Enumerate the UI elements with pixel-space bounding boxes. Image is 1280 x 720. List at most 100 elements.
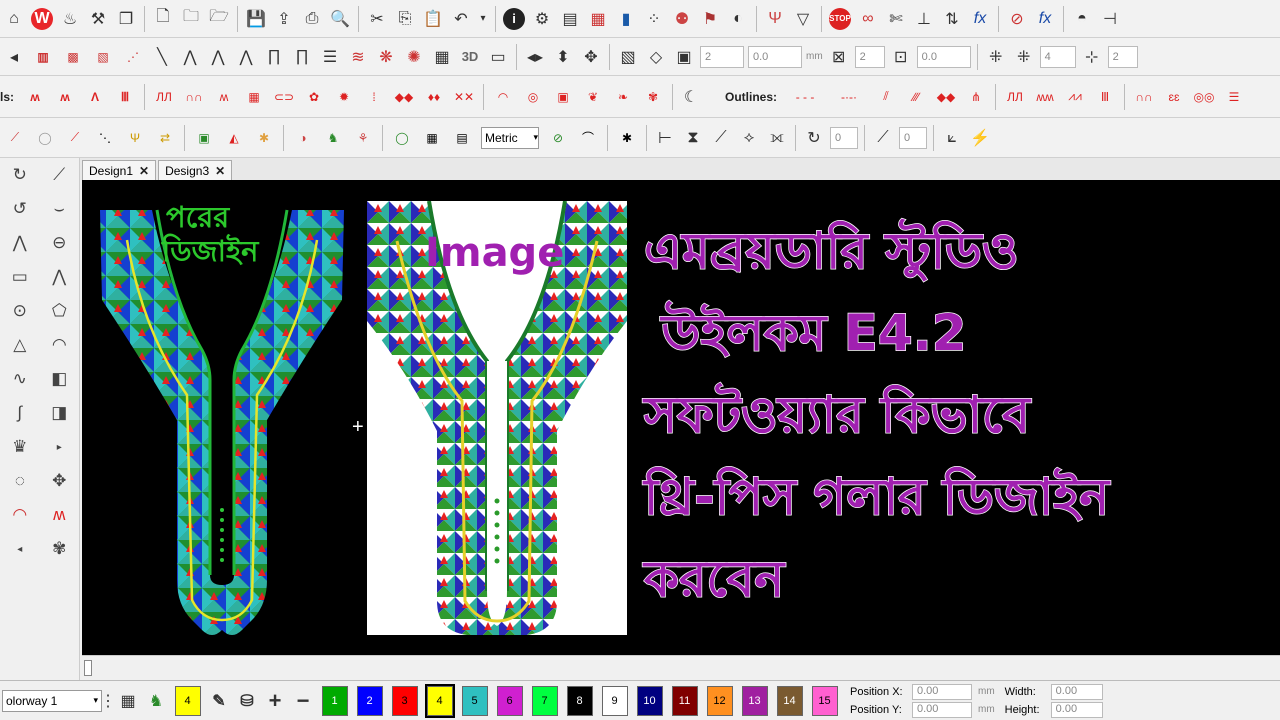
step-2-icon[interactable]: ⁜ bbox=[1013, 46, 1035, 68]
print-preview-icon[interactable]: 🔍 bbox=[329, 8, 351, 30]
protractor-icon[interactable]: ◓ bbox=[1071, 8, 1093, 30]
close-icon[interactable]: ✕ bbox=[139, 164, 149, 178]
open-recent-icon[interactable]: 🗁 bbox=[208, 8, 230, 30]
tools-icon[interactable]: ⚒ bbox=[87, 8, 109, 30]
circle-tool-icon[interactable]: ⊙ bbox=[7, 298, 33, 324]
stamp-icon[interactable]: ⚑ bbox=[699, 8, 721, 30]
3d-icon[interactable]: 3D bbox=[459, 46, 481, 68]
spin-box-5[interactable]: 4 bbox=[1039, 45, 1076, 68]
zigzag-3-icon[interactable]: Ʌ bbox=[82, 86, 108, 108]
hoop-tool-icon[interactable]: ◌ bbox=[7, 468, 33, 494]
edge-tool-icon[interactable]: ◧ bbox=[46, 366, 72, 392]
color-swatch[interactable]: 10 bbox=[636, 685, 663, 716]
chain-icon[interactable]: ⊂⊃ bbox=[271, 86, 297, 108]
hatch-icon[interactable]: ▭ bbox=[487, 46, 509, 68]
hoop-icon[interactable]: ◑ bbox=[290, 127, 316, 149]
ornament-tool-icon[interactable]: ✾ bbox=[46, 536, 72, 562]
outline-dashed-icon[interactable]: - - - bbox=[785, 86, 825, 108]
pentagon-tool-icon[interactable]: ⬠ bbox=[46, 298, 72, 324]
sun-stitch-icon[interactable]: ✹ bbox=[331, 86, 357, 108]
position-y-field[interactable]: 0.00 bbox=[912, 701, 972, 718]
shirt-color-icon[interactable]: ♞ bbox=[145, 690, 167, 712]
fancy-fill-icon[interactable]: ⋰ bbox=[120, 46, 146, 68]
eyedropper-icon[interactable]: ✎ bbox=[208, 690, 230, 712]
texture-icon[interactable]: ▦ bbox=[431, 46, 453, 68]
mirror-v-icon[interactable]: ⬍ bbox=[552, 46, 574, 68]
outline-zz-icon[interactable]: ⩘⩘ bbox=[1062, 86, 1088, 108]
people-icon[interactable]: ⚉ bbox=[671, 8, 693, 30]
outline-loop-icon[interactable]: ∩∩ bbox=[1131, 86, 1157, 108]
shirt-icon[interactable]: ♞ bbox=[320, 127, 346, 149]
arc-tool-icon[interactable]: ◠ bbox=[46, 332, 72, 358]
border-3-icon[interactable]: ʍ bbox=[211, 86, 237, 108]
gap-icon[interactable]: ⊠ bbox=[828, 46, 850, 68]
oval-tool-icon[interactable]: ⊖ bbox=[46, 230, 72, 256]
ornament-2-icon[interactable]: ❧ bbox=[610, 86, 636, 108]
close-icon[interactable]: ✕ bbox=[215, 164, 225, 178]
spin-box-6[interactable]: 2 bbox=[1107, 45, 1138, 68]
trim-icon[interactable]: ∞ bbox=[857, 8, 879, 30]
fork-icon[interactable]: Ψ bbox=[122, 127, 148, 149]
color-swatch[interactable]: 4 bbox=[424, 683, 455, 718]
ruler-icon[interactable]: ⊣ bbox=[1099, 8, 1121, 30]
border-2-icon[interactable]: ∩∩ bbox=[181, 86, 207, 108]
team-icon[interactable]: ⚘ bbox=[350, 127, 376, 149]
no-function-icon[interactable]: ⊘ bbox=[1006, 8, 1028, 30]
skew-icon[interactable]: ⟋ bbox=[710, 127, 732, 149]
spiral-tool-icon[interactable]: ↺ bbox=[7, 196, 33, 222]
tie-off-icon[interactable]: ⇅ bbox=[941, 8, 963, 30]
spin-box-1[interactable]: 2 bbox=[700, 45, 744, 68]
reshape-tool-icon[interactable]: ↻ bbox=[7, 162, 33, 188]
paste-special-icon[interactable]: ❐ bbox=[115, 8, 137, 30]
cut-icon[interactable]: ✂ bbox=[366, 8, 388, 30]
save-icon[interactable]: 💾 bbox=[245, 8, 267, 30]
color-swatch[interactable]: 13 bbox=[741, 685, 768, 716]
swap-icon[interactable]: ⇄ bbox=[152, 127, 178, 149]
thread-spool-icon[interactable]: ▮ bbox=[615, 8, 637, 30]
array-icon[interactable]: ▧ bbox=[617, 46, 639, 68]
pattern-fill-icon[interactable]: ▧ bbox=[90, 46, 116, 68]
reshape-icon[interactable]: ⟡ bbox=[738, 127, 760, 149]
zigzag-2-icon[interactable]: ʍ bbox=[52, 86, 78, 108]
ornament-1-icon[interactable]: ❦ bbox=[580, 86, 606, 108]
border-1-icon[interactable]: ЛЛ bbox=[151, 86, 177, 108]
density-icon[interactable]: ⊹ bbox=[1081, 46, 1103, 68]
outline-bar-icon[interactable]: ☰ bbox=[1221, 86, 1247, 108]
trident-icon[interactable]: Ψ bbox=[764, 8, 786, 30]
tatami-fill-icon[interactable]: ▩ bbox=[60, 46, 86, 68]
wave-fill-icon[interactable]: ≋ bbox=[347, 46, 369, 68]
width-field[interactable]: 0.00 bbox=[1050, 683, 1103, 700]
shapes-tool-icon[interactable]: △ bbox=[7, 332, 33, 358]
color-swatch[interactable]: 14 bbox=[776, 685, 803, 716]
spin-box-4[interactable]: 0.0 bbox=[916, 45, 971, 68]
color-swatch[interactable]: 6 bbox=[496, 685, 523, 716]
flower-stitch-icon[interactable]: ✿ bbox=[301, 86, 327, 108]
stop-icon[interactable]: STOP bbox=[829, 7, 851, 30]
diamonds-icon[interactable]: ◆◆ bbox=[391, 86, 417, 108]
rectangle-tool-icon[interactable]: ▭ bbox=[7, 264, 33, 290]
wilcom-logo-icon[interactable]: W bbox=[31, 7, 53, 30]
star-icon[interactable]: ✱ bbox=[251, 127, 277, 149]
outline-slant-icon[interactable]: ⫽ bbox=[873, 86, 899, 108]
bug-icon[interactable]: ✱ bbox=[614, 127, 640, 149]
radial-fill-icon[interactable]: ✺ bbox=[403, 46, 425, 68]
picture-icon[interactable]: ▣ bbox=[191, 127, 217, 149]
home-icon[interactable]: ⌂ bbox=[3, 8, 25, 30]
outline-chain-icon[interactable]: ◎◎ bbox=[1191, 86, 1217, 108]
rays-icon[interactable]: ⁞ bbox=[361, 86, 387, 108]
feather-icon[interactable]: ⟋ bbox=[62, 127, 88, 149]
zigzag-1-icon[interactable]: ʍ bbox=[22, 86, 48, 108]
zigzag-4-icon[interactable]: Ⅲ bbox=[112, 86, 138, 108]
position-x-field[interactable]: 0.00 bbox=[912, 683, 972, 700]
polygon-tool-icon[interactable]: ⋀ bbox=[46, 264, 72, 290]
color-swatch[interactable]: 1 bbox=[321, 685, 348, 716]
tab-design3[interactable]: Design3 ✕ bbox=[158, 160, 233, 180]
magic-icon[interactable]: ⚡ bbox=[969, 127, 991, 149]
column-b-icon[interactable]: ⋀ bbox=[207, 46, 229, 68]
color-swatch[interactable]: 11 bbox=[671, 685, 698, 716]
function-edit-icon[interactable]: fx bbox=[1034, 8, 1056, 30]
tie-in-icon[interactable]: ⊥ bbox=[913, 8, 935, 30]
column-d-icon[interactable]: ∏ bbox=[263, 46, 285, 68]
new-file-icon[interactable]: 🗋 bbox=[152, 8, 174, 30]
wave-tool-icon[interactable]: ∫ bbox=[7, 400, 33, 426]
